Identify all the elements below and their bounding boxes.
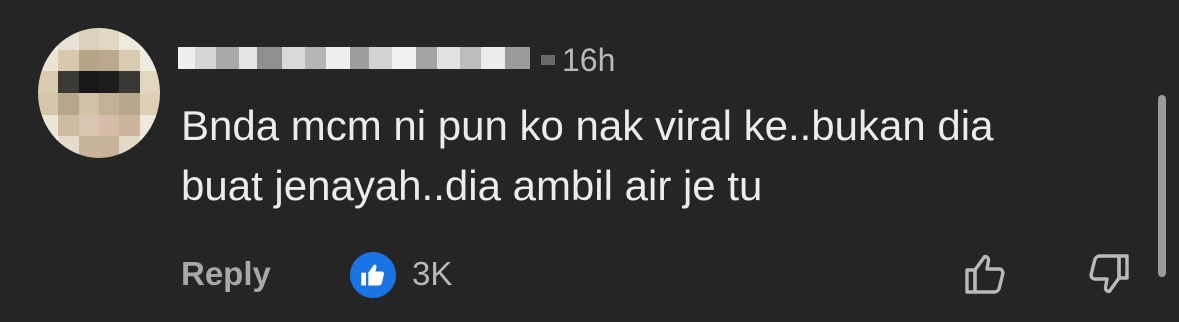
avatar[interactable] [38, 28, 160, 158]
scrollbar[interactable] [1158, 95, 1166, 277]
thumbs-up-outline-icon[interactable] [960, 248, 1010, 300]
redaction-block [541, 55, 555, 65]
thumbs-down-outline-icon[interactable] [1084, 248, 1134, 300]
reaction-count[interactable]: 3K [412, 252, 452, 296]
reply-button[interactable]: Reply [181, 252, 271, 296]
comment-timestamp: 16h [562, 42, 616, 78]
thumbs-up-icon[interactable] [350, 252, 396, 298]
author-name-redacted[interactable] [178, 38, 530, 78]
comment-text: Bnda mcm ni pun ko nak viral ke..bukan d… [181, 102, 994, 209]
